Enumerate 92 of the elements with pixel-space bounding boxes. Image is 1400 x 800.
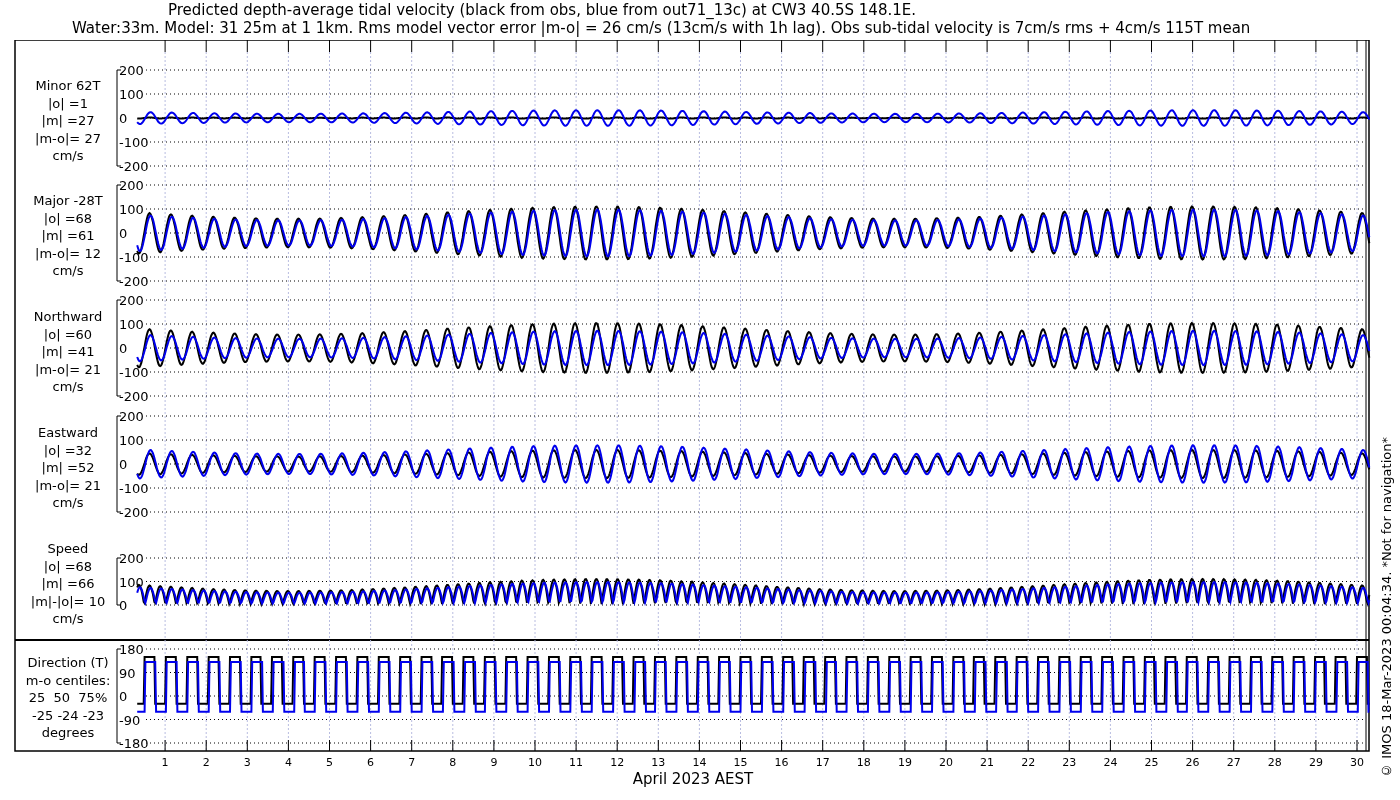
axis-tick-label: 16 [774,756,789,769]
axis-tick-label: 0 [119,341,128,356]
axis-tick-label: 19 [897,756,912,769]
axis-tick-label: 200 [119,551,144,566]
panel-label: Northward [33,309,103,324]
axis-tick-label: 15 [733,756,748,769]
panel-label: Minor 62T [35,78,101,93]
axis-tick-label: 100 [119,87,144,102]
panel-label: 25 50 75% [28,690,108,705]
panel-label: Major -28T [33,193,103,208]
panel-label: cm/s [52,495,84,510]
axis-tick-label: 0 [119,689,128,704]
panel-label: |m| =41 [41,344,95,359]
axis-tick-label: -100 [119,365,149,380]
panel-label: |o| =1 [48,95,88,111]
chart-title: Water:33m. Model: 31 25m at 1 1km. Rms model vector error |m-o| = 26 cm/s (13cm/s with 1h lag). Obs sub-tidal velocity is 7cm/s rms + 4cm/s 115T mean [72,19,1251,37]
axis-title: April 2023 AEST [632,770,754,788]
panel-label: |o| =68 [43,558,93,574]
copyright-note: © IMOS 18-Mar-2023 00:04:34. *Not for navigation* [1379,437,1394,778]
axis-tick-label: -180 [119,736,149,751]
axis-tick-label: 1 [161,756,169,769]
panel-label: cm/s [52,263,84,278]
panel-label: |o| =60 [43,326,93,342]
panel-label: |m-o|= 27 [35,130,101,146]
axis-tick-label: 24 [1103,756,1118,769]
axis-tick-label: 180 [119,642,144,657]
panel-label: degrees [41,725,95,740]
axis-tick-label: 0 [119,111,128,126]
panel-label: Direction (T) [27,655,109,670]
axis-tick-label: 23 [1062,756,1077,769]
axis-tick-label: 28 [1267,756,1282,769]
axis-tick-label: 7 [408,756,416,769]
panel-label: cm/s [52,379,84,394]
chart-title: Predicted depth-average tidal velocity (black from obs, blue from out71_13c) at CW3 40.5S 148.1E. [168,1,916,19]
panel-label: Eastward [38,425,98,440]
axis-tick-label: 10 [528,756,542,769]
panel-label: |m-o|= 21 [35,477,101,493]
axis-tick-label: 14 [692,756,707,769]
axis-tick-label: 0 [119,598,128,613]
axis-tick-label: 26 [1185,756,1200,769]
panel-label: |m| =61 [41,228,95,243]
axis-tick-label: 100 [119,317,144,332]
axis-tick-label: 12 [610,756,625,769]
panel-label: |m| =27 [41,113,95,128]
axis-tick-label: -90 [119,712,141,728]
axis-tick-label: 25 [1144,756,1159,769]
panel-label: cm/s [52,611,84,626]
axis-tick-label: 200 [119,409,144,424]
axis-tick-label: 30 [1350,756,1364,769]
panel-label: |m|-|o|= 10 [30,593,106,609]
axis-tick-label: -100 [119,250,149,265]
axis-tick-label: 0 [119,226,128,241]
panel-label: |m| =66 [41,576,95,591]
axis-tick-label: 3 [243,756,251,769]
axis-tick-label: 90 [119,665,136,681]
panel-label: Speed [47,541,89,556]
axis-tick-label: 0 [119,457,128,472]
axis-tick-label: 11 [569,756,584,769]
panel-label: cm/s [52,148,84,163]
panel-label: |m-o|= 21 [35,361,101,377]
axis-tick-label: 200 [119,293,144,308]
panel-label: |o| =32 [43,442,93,458]
panel-label: |m| =52 [41,460,95,475]
axis-tick-label: 4 [284,756,292,769]
axis-tick-label: 20 [939,756,953,769]
axis-tick-label: 17 [815,756,830,769]
axis-tick-label: -200 [119,505,149,520]
axis-tick-label: 13 [651,756,666,769]
axis-tick-label: 100 [119,574,144,590]
axis-tick-label: 8 [449,756,457,769]
panel-label: |o| =68 [43,210,93,226]
axis-tick-label: 21 [980,756,995,769]
axis-tick-label: 18 [856,756,871,769]
axis-tick-label: 29 [1308,756,1323,769]
axis-tick-label: -200 [119,274,149,289]
panel-label: m-o centiles: [25,672,111,688]
axis-tick-label: 5 [326,756,333,769]
axis-tick-label: -200 [119,389,149,404]
axis-tick-label: 100 [119,202,144,217]
axis-tick-label: 200 [119,63,144,78]
axis-tick-label: 9 [490,756,498,769]
axis-tick-label: 2 [202,756,210,769]
axis-tick-label: -100 [119,481,149,496]
axis-tick-label: -200 [119,159,149,174]
axis-tick-label: 6 [367,756,375,769]
axis-tick-label: 22 [1021,756,1036,769]
axis-tick-label: 200 [119,178,144,193]
panel-label: |m-o|= 12 [35,245,101,261]
axis-tick-label: 100 [119,433,144,448]
axis-tick-label: -100 [119,135,149,150]
panel-label: -25 -24 -23 [32,707,104,723]
axis-tick-label: 27 [1226,756,1241,769]
